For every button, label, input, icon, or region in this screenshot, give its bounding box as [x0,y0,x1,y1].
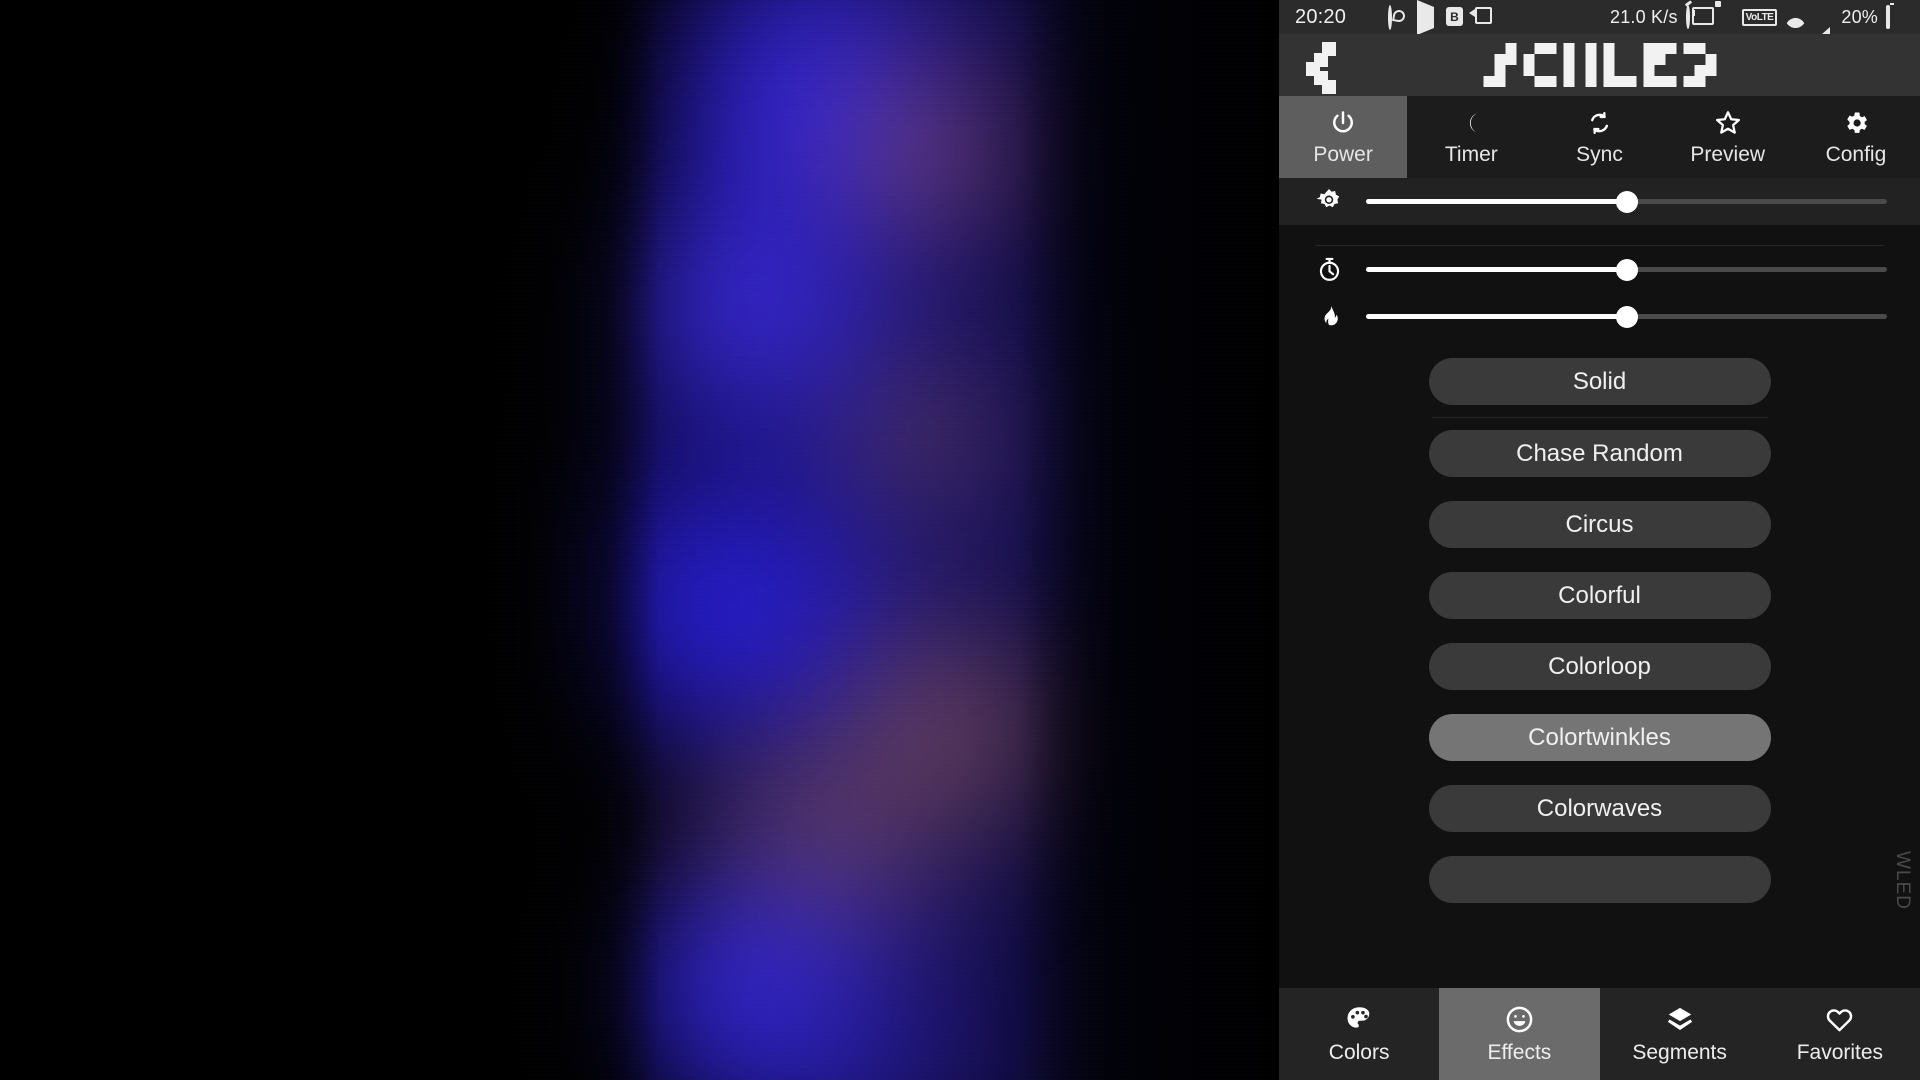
intensity-thumb[interactable] [1615,305,1638,328]
whatsapp-icon [1388,5,1408,30]
tab-power[interactable]: Power [1279,96,1408,178]
intensity-track[interactable] [1366,305,1887,328]
nav-colors-label: Colors [1328,1041,1390,1064]
stopwatch-icon [1309,255,1349,284]
tab-timer-label: Timer [1444,142,1498,166]
intensity-slider-row[interactable] [1279,293,1920,340]
photo-grain [0,0,1279,1080]
sync-icon [1586,108,1613,138]
nav-favorites[interactable]: Favorites [1760,988,1920,1080]
logo-glyph-w [1483,43,1516,87]
bottom-nav-bar: Colors Effects Segments Favorites [1279,988,1920,1080]
tab-preview[interactable]: Preview [1664,96,1792,178]
nav-effects-label: Effects [1487,1041,1552,1064]
effect-item[interactable]: Colorwaves [1428,785,1771,832]
screen: 20:20 B 21.0 K/s VoLTE 20% Power Timer S… [0,0,1920,1080]
gear-icon [1842,108,1870,138]
effect-item-partial[interactable] [1428,856,1771,903]
back-button[interactable] [1279,34,1363,96]
nav-colors[interactable]: Colors [1279,988,1439,1080]
tab-preview-label: Preview [1690,142,1766,166]
effects-list: Solid Chase Random Circus Colorful Color… [1279,340,1920,988]
smiley-icon [1504,1003,1535,1035]
app-header [1279,34,1920,96]
layers-icon [1665,1003,1695,1035]
speed-slider-row[interactable] [1279,246,1920,293]
brightness-thumb[interactable] [1615,190,1638,213]
brightness-slider-row[interactable] [1279,178,1920,225]
logo-glyph-d [1683,43,1716,87]
cast-icon [1714,7,1734,27]
heart-icon [1824,1003,1855,1035]
brightness-track[interactable] [1366,190,1887,213]
signal-icon [1813,7,1833,42]
nav-segments-label: Segments [1632,1041,1727,1064]
palette-icon [1344,1003,1374,1035]
speed-track[interactable] [1366,258,1887,281]
star-icon [1713,108,1743,138]
effect-item[interactable]: Colorful [1428,572,1771,619]
wled-watermark: WLED [1892,851,1913,910]
effect-item[interactable]: Colorloop [1428,643,1771,690]
effect-item-selected[interactable]: Colortwinkles [1428,714,1771,761]
tab-sync-label: Sync [1576,142,1623,166]
wifi-icon [1785,7,1805,27]
volte-icon: VoLTE [1741,8,1778,26]
effect-current[interactable]: Solid [1428,358,1771,405]
tab-power-label: Power [1313,142,1373,166]
android-status-bar: 20:20 B 21.0 K/s VoLTE 20% [1279,0,1920,42]
power-icon [1329,108,1357,138]
moon-icon [1458,108,1484,138]
logo-glyph-l1 [1523,43,1556,87]
flame-icon [1309,302,1349,331]
speed-thumb[interactable] [1615,258,1638,281]
tab-sync[interactable]: Sync [1535,96,1663,178]
nav-favorites-label: Favorites [1796,1041,1884,1064]
nav-segments[interactable]: Segments [1600,988,1760,1080]
logo-glyph-l2 [1563,43,1596,87]
tab-config-label: Config [1825,142,1887,166]
logo-glyph-e2 [1643,43,1676,87]
effect-item[interactable]: Chase Random [1428,430,1771,477]
effects-divider [1431,417,1768,418]
tab-config[interactable]: Config [1792,96,1920,178]
battery-percent: 20% [1841,6,1878,27]
brightness-icon [1309,187,1349,217]
wled-app-panel: 20:20 B 21.0 K/s VoLTE 20% Power Timer S… [1279,0,1920,1080]
effect-item[interactable]: Circus [1428,501,1771,548]
chevron-left-icon [1306,42,1336,94]
wled-logo [1483,43,1716,87]
chat-bubble-icon [1359,7,1379,27]
status-time: 20:20 [1295,5,1347,28]
battery-icon [1886,5,1906,29]
b-app-icon: B [1446,7,1466,27]
tab-timer[interactable]: Timer [1407,96,1535,178]
video-camera-icon [1475,7,1495,27]
led-light-photo [0,0,1279,1080]
logo-glyph-e1 [1603,43,1636,87]
telegram-icon [1417,0,1437,35]
network-speed: 21.0 K/s [1610,6,1678,27]
top-tab-bar: Power Timer Sync Preview Config [1279,96,1920,178]
nav-effects[interactable]: Effects [1439,988,1600,1080]
